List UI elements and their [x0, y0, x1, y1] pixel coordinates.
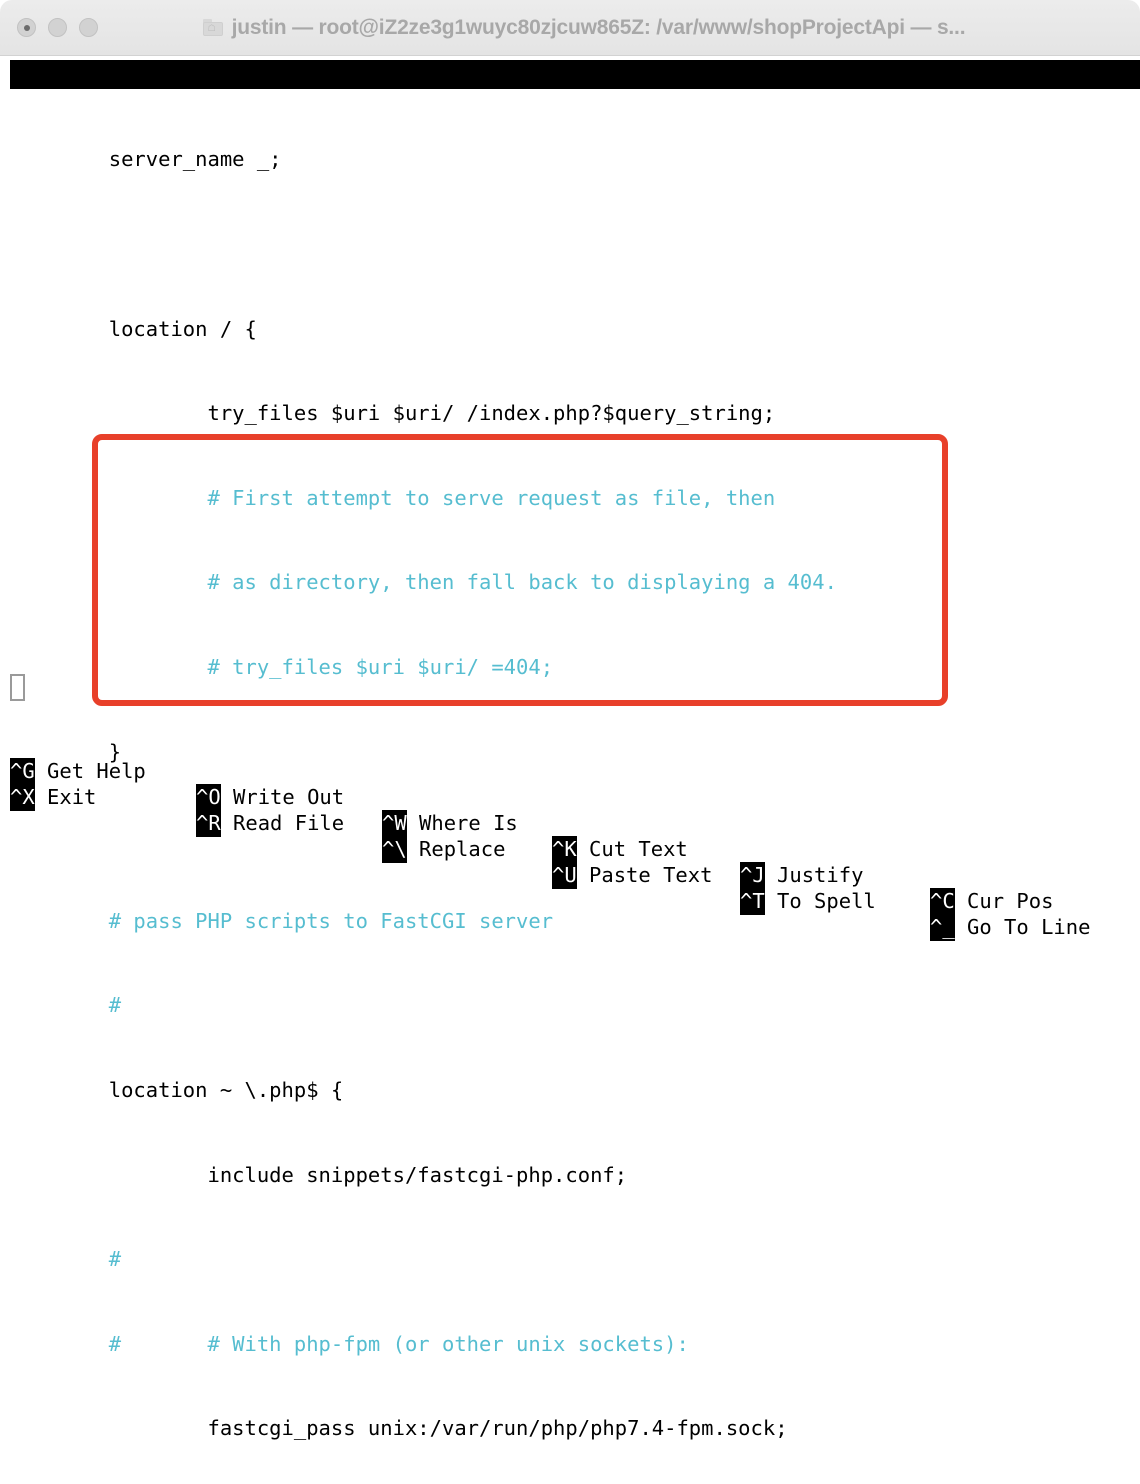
shortcut-key: ^_ [930, 914, 955, 941]
window-title: justin — root@iZ2ze3g1wuyc80zjcuw865Z: /… [231, 15, 966, 39]
minimize-button[interactable] [48, 18, 67, 37]
shortcut-label [35, 785, 47, 809]
shortcut-label-text: Cut Text [589, 837, 688, 861]
missing-glyph-box-icon [10, 674, 25, 701]
shortcut-key: ^U [552, 862, 577, 889]
shortcut-label [577, 837, 589, 861]
code-line: include snippets/fastcgi-php.conf; [10, 1162, 628, 1187]
shortcut-label [955, 889, 967, 913]
code-line: # try_files $uri $uri/ =404; [10, 654, 554, 679]
shortcut-label [221, 811, 233, 835]
shortcut-key: ^T [740, 888, 765, 915]
shortcut-key: ^K [552, 836, 577, 863]
shortcut-label-text: Justify [777, 863, 864, 887]
code-line: location / { [10, 316, 257, 341]
shortcut-label-text: Cur Pos [967, 889, 1054, 913]
terminal-window: ☖ justin — root@iZ2ze3g1wuyc80zjcuw865Z:… [0, 0, 1140, 1440]
shortcut-label-text: Paste Text [589, 863, 713, 887]
shortcut-label [221, 785, 233, 809]
shortcut-label-text: Read File [233, 811, 345, 835]
nano-header-bar: GNU nano 4.8 /etc/nginx/sites-available/… [10, 60, 1140, 173]
code-line: location ~ \.php$ { [10, 1077, 344, 1102]
shortcut-row-2: ^X Exit ^R Read File ^\ Replace ^U Paste… [0, 758, 1140, 941]
code-line: fastcgi_pass unix:/var/run/php/php7.4-fp… [10, 1416, 788, 1441]
shortcut-key: ^R [196, 810, 221, 837]
shortcut-label-text: Go To Line [967, 915, 1091, 939]
folder-icon: ☖ [202, 19, 223, 36]
shortcut-label-text: Where Is [419, 811, 518, 835]
close-button[interactable] [17, 18, 36, 37]
shortcut-key: ^W [382, 810, 407, 837]
shortcut-label [577, 863, 589, 887]
shortcut-write-out[interactable]: ^O Write Out [196, 784, 345, 811]
shortcut-key: ^\ [382, 836, 407, 863]
folder-icon-glyph: ☖ [207, 23, 216, 33]
shortcut-key: ^O [196, 784, 221, 811]
shortcut-label [765, 889, 777, 913]
shortcut-label [765, 863, 777, 887]
code-line: try_files $uri $uri/ /index.php?$query_s… [10, 401, 776, 426]
shortcut-justify[interactable]: ^J Justify [740, 862, 864, 889]
shortcut-key: ^C [930, 888, 955, 915]
code-line: server_name _; [10, 147, 282, 172]
code-line: # [10, 993, 122, 1018]
code-line: # as directory, then fall back to displa… [10, 570, 837, 595]
shortcut-label-text: Write Out [233, 785, 345, 809]
shortcut-where-is[interactable]: ^W Where Is [382, 810, 518, 837]
shortcut-row-1: ^G Get Help ^O Write Out ^W Where Is ^K … [0, 732, 1140, 915]
shortcut-exit[interactable]: ^X Exit [10, 784, 97, 811]
shortcut-label-text: Replace [419, 837, 506, 861]
shortcut-replace[interactable]: ^\ Replace [382, 836, 506, 863]
close-icon [23, 24, 30, 31]
code-line: # First attempt to serve request as file… [10, 485, 776, 510]
shortcut-key: ^X [10, 784, 35, 811]
shortcut-label [407, 837, 419, 861]
shortcut-label [955, 915, 967, 939]
terminal-body[interactable]: GNU nano 4.8 /etc/nginx/sites-available/… [0, 56, 1140, 1440]
code-line: # # With php-fpm (or other unix sockets)… [10, 1331, 689, 1356]
shortcut-go-to-line[interactable]: ^_ Go To Line [930, 914, 1091, 941]
window-titlebar: ☖ justin — root@iZ2ze3g1wuyc80zjcuw865Z:… [0, 0, 1140, 56]
zoom-button[interactable] [79, 18, 98, 37]
code-line: # [10, 1247, 122, 1272]
shortcut-to-spell[interactable]: ^T To Spell [740, 888, 876, 915]
window-traffic-lights [0, 18, 98, 37]
window-title-group: ☖ justin — root@iZ2ze3g1wuyc80zjcuw865Z:… [98, 16, 1140, 40]
shortcut-label-text: Exit [47, 785, 97, 809]
shortcut-label-text: To Spell [777, 889, 876, 913]
shortcut-label [407, 811, 419, 835]
nano-shortcut-bar: ^G Get Help ^O Write Out ^W Where Is ^K … [0, 730, 1140, 941]
shortcut-paste-text[interactable]: ^U Paste Text [552, 862, 713, 889]
shortcut-cut-text[interactable]: ^K Cut Text [552, 836, 688, 863]
shortcut-cur-pos[interactable]: ^C Cur Pos [930, 888, 1054, 915]
shortcut-key: ^J [740, 862, 765, 889]
shortcut-read-file[interactable]: ^R Read File [196, 810, 345, 837]
